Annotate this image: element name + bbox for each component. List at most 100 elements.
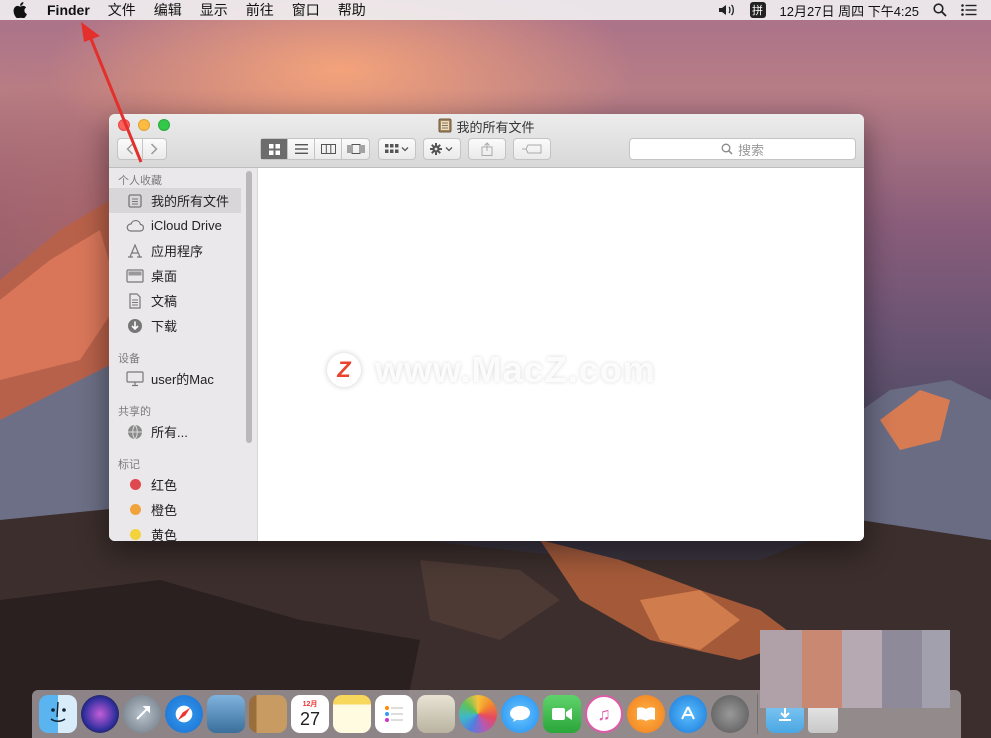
- sidebar-item-label: 文稿: [151, 294, 178, 309]
- launchpad-dock-icon[interactable]: [123, 695, 161, 733]
- sidebar-item-tag-yellow[interactable]: 黄色: [109, 522, 257, 541]
- blurred-region: [760, 630, 950, 708]
- tag-icon: [522, 144, 542, 154]
- menu-view[interactable]: 显示: [200, 0, 228, 20]
- list-view-button[interactable]: [288, 139, 315, 159]
- menu-bar: Finder 文件 编辑 显示 前往 窗口 帮助 拼 12月27日 周四 下午4…: [0, 0, 991, 20]
- search-placeholder: 搜索: [737, 142, 764, 158]
- menu-app-name[interactable]: Finder: [47, 2, 90, 18]
- menu-clock[interactable]: 12月27日 周四 下午4:25: [780, 1, 919, 20]
- calendar-month: 12月: [302, 700, 318, 708]
- desktop-icon: [126, 267, 144, 285]
- grid-icon: [268, 143, 280, 155]
- sidebar-scrollbar[interactable]: [246, 171, 252, 443]
- sidebar-item-shared-all[interactable]: 所有...: [109, 419, 257, 444]
- view-mode-buttons: [260, 138, 370, 160]
- sidebar-item-all-files[interactable]: 我的所有文件: [109, 188, 241, 213]
- sidebar-item-label: 橙色: [151, 503, 178, 518]
- system-preferences-dock-icon[interactable]: [711, 695, 749, 733]
- action-button[interactable]: [423, 138, 461, 160]
- ibooks-dock-icon[interactable]: [627, 695, 665, 733]
- volume-icon[interactable]: [718, 3, 736, 17]
- dock-separator: [757, 694, 758, 734]
- preview-dock-icon[interactable]: [207, 695, 245, 733]
- sidebar-item-desktop[interactable]: 桌面: [109, 263, 257, 288]
- sidebar-item-label: 应用程序: [151, 244, 204, 259]
- search-field[interactable]: 搜索: [629, 138, 856, 160]
- documents-icon: [126, 292, 144, 310]
- list-icon: [294, 144, 308, 154]
- notification-center-icon[interactable]: [961, 4, 977, 16]
- yellow-tag-icon: [126, 526, 144, 542]
- cloud-icon: [126, 217, 144, 235]
- finder-window: 我的所有文件 搜索 个人收藏 我的所有文件 iCloud Drive 应用程序 …: [109, 114, 864, 541]
- cover-flow-button[interactable]: [342, 139, 369, 159]
- app-store-dock-icon[interactable]: [669, 695, 707, 733]
- sidebar-item-documents[interactable]: 文稿: [109, 288, 257, 313]
- finder-dock-icon[interactable]: [39, 695, 77, 733]
- share-button[interactable]: [468, 138, 506, 160]
- cover-flow-icon: [347, 144, 364, 154]
- favorites-section-title: 个人收藏: [118, 175, 162, 187]
- computer-icon: [126, 370, 144, 388]
- shared-section-title: 共享的: [118, 406, 151, 418]
- column-view-button[interactable]: [315, 139, 342, 159]
- spotlight-search-icon[interactable]: [933, 3, 947, 17]
- menu-edit[interactable]: 编辑: [154, 0, 182, 20]
- menu-window[interactable]: 窗口: [292, 0, 320, 20]
- menu-go[interactable]: 前往: [246, 0, 274, 20]
- sidebar-item-icloud-drive[interactable]: iCloud Drive: [109, 213, 257, 238]
- menu-help[interactable]: 帮助: [338, 0, 366, 20]
- notes-dock-icon[interactable]: [333, 695, 371, 733]
- photo-booth-dock-icon[interactable]: [417, 695, 455, 733]
- sidebar-item-tag-red[interactable]: 红色: [109, 472, 257, 497]
- applications-icon: [126, 242, 144, 260]
- contacts-dock-icon[interactable]: [249, 695, 287, 733]
- arrange-button[interactable]: [378, 138, 416, 160]
- all-files-icon: [126, 192, 144, 210]
- watermark-logo-icon: Z: [327, 353, 361, 387]
- sidebar-item-tag-orange[interactable]: 橙色: [109, 497, 257, 522]
- itunes-dock-icon[interactable]: ♫: [585, 695, 623, 733]
- sidebar-item-label: iCloud Drive: [151, 218, 222, 233]
- reminders-dock-icon[interactable]: [375, 695, 413, 733]
- messages-dock-icon[interactable]: [501, 695, 539, 733]
- sidebar: 个人收藏 我的所有文件 iCloud Drive 应用程序 桌面 文稿 下载 设…: [109, 168, 258, 541]
- input-method-label: 拼: [752, 5, 764, 17]
- gear-icon: [430, 143, 453, 155]
- search-icon: [721, 143, 733, 155]
- apple-menu-icon[interactable]: [13, 2, 29, 18]
- sidebar-item-label: 红色: [151, 478, 178, 493]
- watermark-logo-letter: Z: [337, 357, 351, 382]
- sidebar-item-label: user的Mac: [151, 372, 214, 387]
- sidebar-item-label: 我的所有文件: [151, 194, 230, 209]
- network-icon: [126, 423, 144, 441]
- watermark-text: www.MacZ.com: [375, 349, 656, 390]
- safari-dock-icon[interactable]: [165, 695, 203, 733]
- sidebar-item-downloads[interactable]: 下载: [109, 313, 257, 338]
- window-title-text: 我的所有文件: [456, 120, 535, 135]
- sidebar-item-label: 下载: [151, 319, 178, 334]
- sidebar-item-applications[interactable]: 应用程序: [109, 238, 257, 263]
- calendar-dock-icon[interactable]: 12月 27: [291, 695, 329, 733]
- sidebar-item-label: 所有...: [151, 425, 188, 440]
- devices-section-title: 设备: [118, 353, 140, 365]
- calendar-day: 27: [299, 708, 321, 729]
- watermark: Z www.MacZ.com: [327, 349, 656, 390]
- title-bar: 我的所有文件 搜索: [109, 114, 864, 168]
- input-method-icon[interactable]: 拼: [749, 2, 766, 18]
- window-title: 我的所有文件: [109, 117, 864, 136]
- sidebar-item-label: 黄色: [151, 528, 178, 541]
- photos-dock-icon[interactable]: [459, 695, 497, 733]
- menu-file[interactable]: 文件: [108, 0, 136, 20]
- red-tag-icon: [126, 476, 144, 494]
- icon-view-button[interactable]: [261, 139, 288, 159]
- tag-button[interactable]: [513, 138, 551, 160]
- share-icon: [481, 142, 493, 156]
- sidebar-item-mac[interactable]: user的Mac: [109, 366, 257, 391]
- siri-dock-icon[interactable]: [81, 695, 119, 733]
- facetime-dock-icon[interactable]: [543, 695, 581, 733]
- sidebar-item-label: 桌面: [151, 269, 178, 284]
- columns-icon: [320, 144, 336, 154]
- all-files-icon: [438, 118, 452, 136]
